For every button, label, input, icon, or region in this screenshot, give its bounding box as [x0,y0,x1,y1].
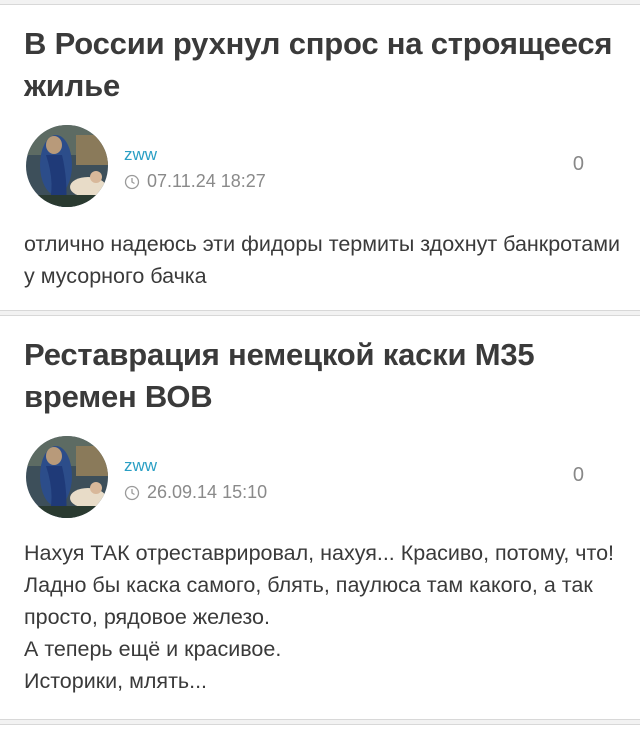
rating-count: 0 [572,153,584,175]
clock-icon [124,485,140,501]
avatar[interactable] [26,125,108,207]
clock-icon [124,174,140,190]
comment-text: отлично надеюсь эти фидоры термиты здохн… [24,232,620,288]
post-title-link[interactable]: В России рухнул спрос на строящееся жиль… [24,23,616,107]
comment-card: В России рухнул спрос на строящееся жиль… [0,4,640,311]
rating-count: 0 [572,464,584,486]
comment-feed: В России рухнул спрос на строящееся жиль… [0,0,640,749]
author-name-link[interactable]: zww [124,145,157,165]
comment-text: Нахуя ТАК отреставрировал, нахуя... Крас… [24,541,615,693]
comment-card [0,724,640,749]
avatar[interactable] [26,436,108,518]
author-row: zww 07.11.24 18:27 0 [24,123,616,207]
post-date-text: 26.09.14 15:10 [147,482,268,502]
post-title-link[interactable]: Реставрация немецкой каски М35 времен ВО… [24,334,616,418]
author-name-link[interactable]: zww [124,456,157,476]
post-date-text: 07.11.24 18:27 [147,171,266,191]
author-row: zww 26.09.14 15:10 0 [24,434,616,518]
post-date: 26.09.14 15:10 [124,482,267,503]
post-date: 07.11.24 18:27 [124,171,266,192]
comment-card: Реставрация немецкой каски М35 времен ВО… [0,315,640,720]
